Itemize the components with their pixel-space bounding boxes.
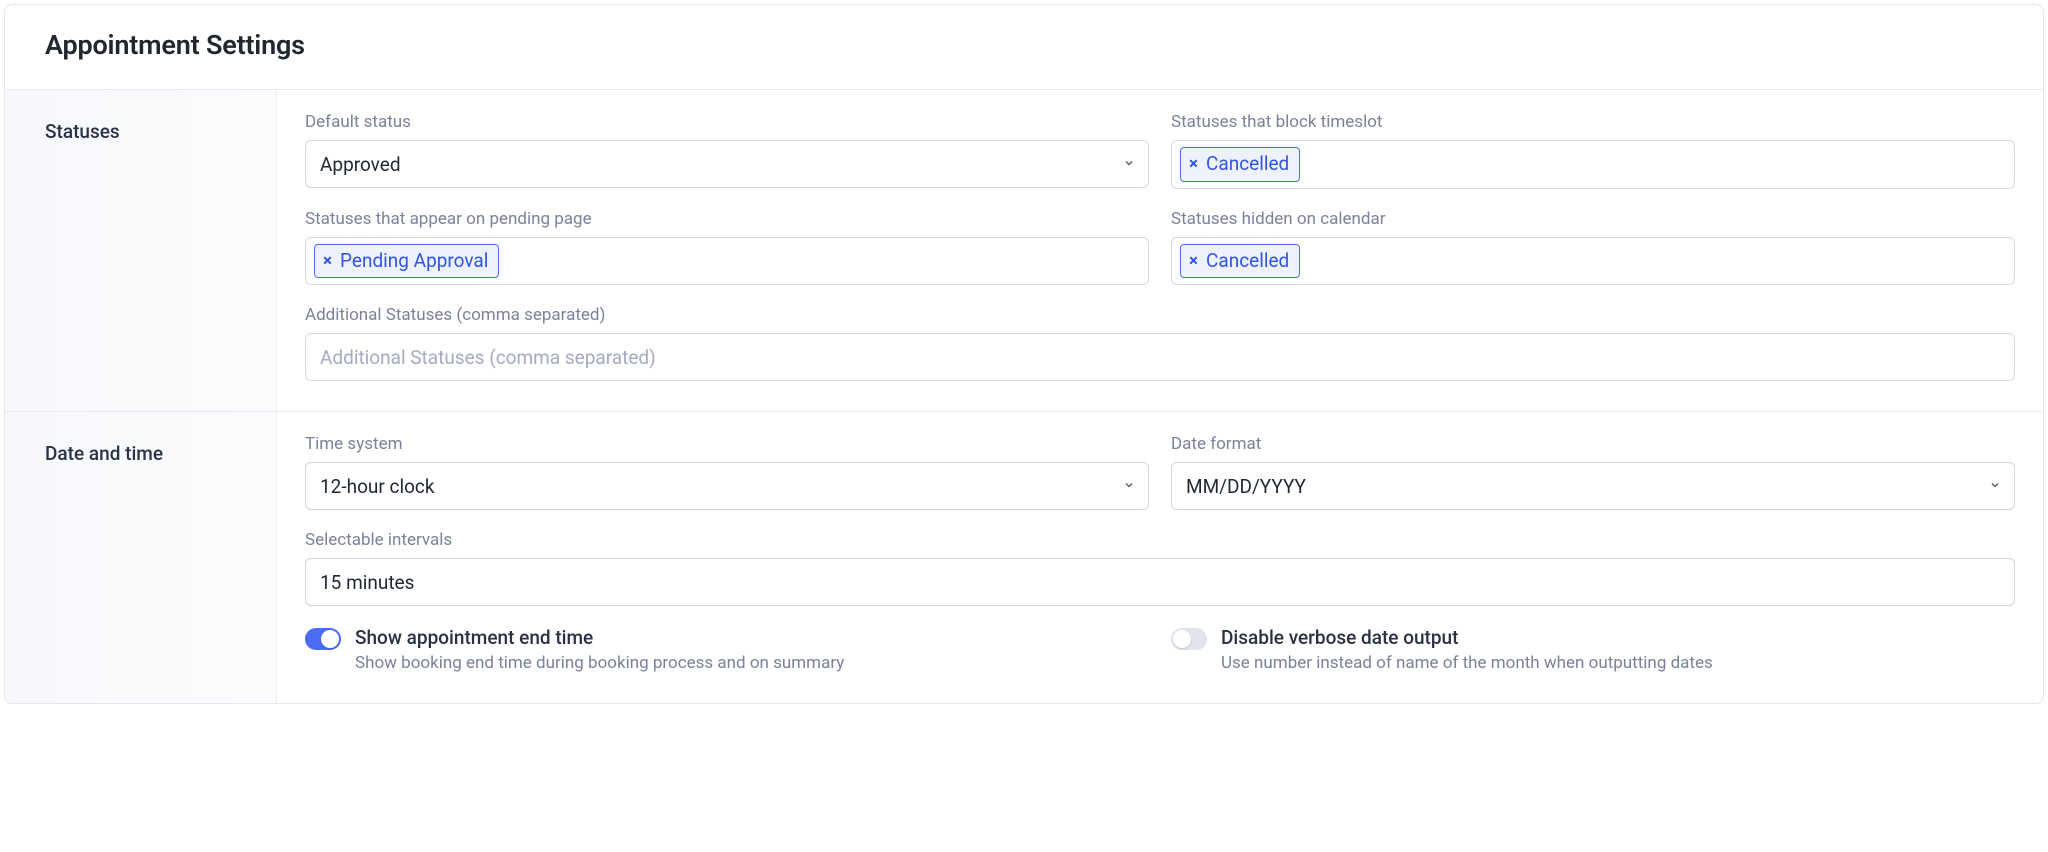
toggle-knob <box>321 630 339 648</box>
close-icon[interactable]: × <box>1189 156 1198 173</box>
section-label-datetime: Date and time <box>5 412 277 703</box>
toggle-disable-verbose[interactable] <box>1171 628 1207 650</box>
toggle-title: Show appointment end time <box>355 626 844 649</box>
tag-hidden-cancelled: × Cancelled <box>1180 244 1300 279</box>
section-body-datetime: Time system Date format <box>277 412 2043 703</box>
field-pending-page: Statuses that appear on pending page × P… <box>305 209 1149 286</box>
toggle-show-end-time[interactable] <box>305 628 341 650</box>
page-title: Appointment Settings <box>45 29 2003 61</box>
toggle-item-disable-verbose: Disable verbose date output Use number i… <box>1171 626 2015 673</box>
label-block-timeslot: Statuses that block timeslot <box>1171 112 2015 132</box>
close-icon[interactable]: × <box>323 253 332 270</box>
tag-label: Cancelled <box>1206 249 1289 274</box>
input-intervals[interactable] <box>305 558 2015 606</box>
section-label-statuses: Statuses <box>5 90 277 411</box>
label-pending-page: Statuses that appear on pending page <box>305 209 1149 229</box>
tagbox-hidden-calendar[interactable]: × Cancelled <box>1171 237 2015 286</box>
toggle-text: Show appointment end time Show booking e… <box>355 626 844 673</box>
field-intervals: Selectable intervals <box>305 530 2015 606</box>
card-header: Appointment Settings <box>5 5 2043 90</box>
label-date-format: Date format <box>1171 434 2015 454</box>
toggle-text: Disable verbose date output Use number i… <box>1221 626 1713 673</box>
toggle-subtitle: Show booking end time during booking pro… <box>355 653 844 673</box>
field-block-timeslot: Statuses that block timeslot × Cancelled <box>1171 112 2015 189</box>
label-additional-statuses: Additional Statuses (comma separated) <box>305 305 2015 325</box>
field-default-status: Default status <box>305 112 1149 189</box>
label-hidden-calendar: Statuses hidden on calendar <box>1171 209 2015 229</box>
tag-label: Pending Approval <box>340 249 488 274</box>
tag-block-cancelled: × Cancelled <box>1180 147 1300 182</box>
label-time-system: Time system <box>305 434 1149 454</box>
tagbox-pending-page[interactable]: × Pending Approval <box>305 237 1149 286</box>
tag-label: Cancelled <box>1206 152 1289 177</box>
field-hidden-calendar: Statuses hidden on calendar × Cancelled <box>1171 209 2015 286</box>
select-time-system[interactable] <box>305 462 1149 510</box>
select-default-status[interactable] <box>305 140 1149 188</box>
field-additional-statuses: Additional Statuses (comma separated) <box>305 305 2015 381</box>
toggle-subtitle: Use number instead of name of the month … <box>1221 653 1713 673</box>
input-additional-statuses[interactable] <box>305 333 2015 381</box>
close-icon[interactable]: × <box>1189 253 1198 270</box>
section-statuses: Statuses Default status Statuses that bl… <box>5 90 2043 412</box>
toggle-title: Disable verbose date output <box>1221 626 1713 649</box>
toggle-knob <box>1173 630 1191 648</box>
settings-card: Appointment Settings Statuses Default st… <box>4 4 2044 704</box>
toggle-item-show-end-time: Show appointment end time Show booking e… <box>305 626 1149 673</box>
label-intervals: Selectable intervals <box>305 530 2015 550</box>
label-default-status: Default status <box>305 112 1149 132</box>
tag-pending-approval: × Pending Approval <box>314 244 499 279</box>
tagbox-block-timeslot[interactable]: × Cancelled <box>1171 140 2015 189</box>
field-time-system: Time system <box>305 434 1149 510</box>
select-date-format[interactable] <box>1171 462 2015 510</box>
section-datetime: Date and time Time system Date format <box>5 412 2043 703</box>
section-body-statuses: Default status Statuses that block times… <box>277 90 2043 411</box>
field-date-format: Date format <box>1171 434 2015 510</box>
